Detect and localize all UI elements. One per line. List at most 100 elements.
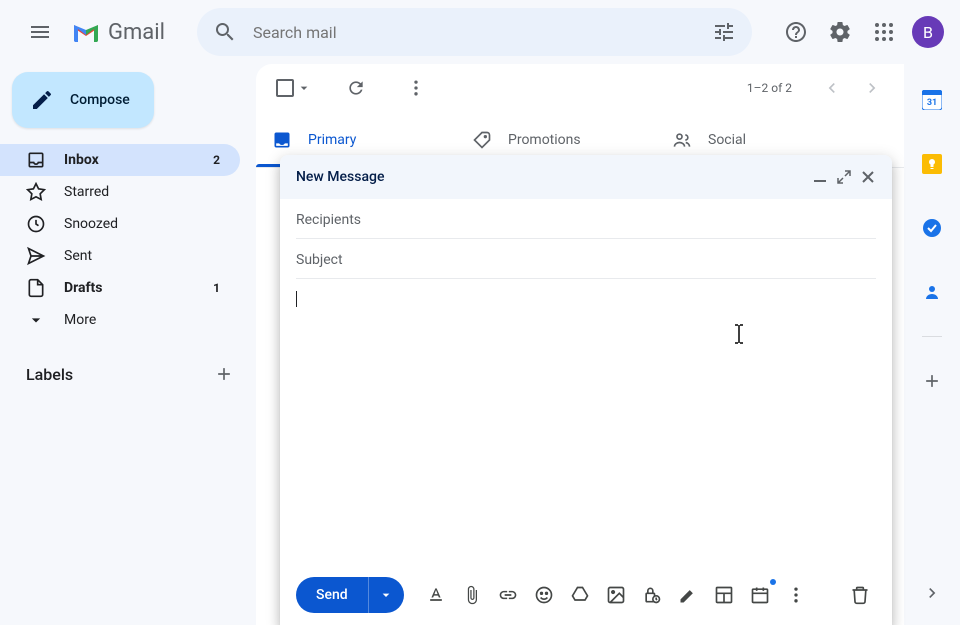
tasks-icon: [922, 218, 942, 238]
formatting-button[interactable]: [420, 579, 452, 611]
text-cursor-pointer: [733, 324, 745, 344]
search-button[interactable]: [205, 12, 245, 52]
app-header: Gmail B: [0, 0, 960, 64]
chevron-down-icon: [26, 310, 46, 330]
pencil-icon: [30, 88, 54, 112]
account-avatar[interactable]: B: [912, 16, 944, 48]
tab-label: Primary: [308, 132, 356, 148]
search-input[interactable]: [245, 23, 704, 42]
compose-button[interactable]: Compose: [12, 72, 154, 128]
get-addons-button[interactable]: [912, 361, 952, 401]
layout-icon: [714, 585, 734, 605]
hamburger-icon: [28, 20, 52, 44]
dropdown-arrow-icon: [378, 587, 394, 603]
checkbox-icon: [276, 79, 294, 97]
compose-label: Compose: [70, 92, 130, 108]
chevron-right-icon: [922, 583, 942, 603]
discard-button[interactable]: [844, 579, 876, 611]
nav-label: Starred: [64, 184, 228, 200]
search-options-button[interactable]: [704, 12, 744, 52]
compose-title: New Message: [296, 169, 808, 185]
support-button[interactable]: [776, 12, 816, 52]
schedule-button[interactable]: [744, 579, 776, 611]
nav-label: Drafts: [64, 280, 195, 296]
nav-label: Sent: [64, 248, 228, 264]
sidebar-item-starred[interactable]: Starred: [0, 176, 240, 208]
tasks-app-button[interactable]: [912, 208, 952, 248]
compose-header[interactable]: New Message: [280, 155, 892, 199]
minimize-button[interactable]: [808, 165, 832, 189]
select-all-checkbox[interactable]: [272, 75, 316, 101]
more-actions-button[interactable]: [396, 68, 436, 108]
drive-icon: [570, 585, 590, 605]
labels-title: Labels: [26, 365, 73, 384]
calendar-app-button[interactable]: 31: [912, 80, 952, 120]
chevron-left-icon: [822, 78, 842, 98]
close-button[interactable]: [856, 165, 880, 189]
nav-count: 2: [213, 153, 220, 167]
message-body[interactable]: [296, 279, 876, 565]
send-options-button[interactable]: [368, 577, 404, 613]
recipients-field[interactable]: [296, 199, 876, 239]
keep-icon: [922, 154, 942, 174]
settings-button[interactable]: [820, 12, 860, 52]
hide-side-panel-button[interactable]: [916, 577, 948, 609]
gmail-logo-icon: [72, 21, 100, 43]
insert-emoji-button[interactable]: [528, 579, 560, 611]
draft-icon: [26, 278, 46, 298]
insert-signature-button[interactable]: [672, 579, 704, 611]
text-format-icon: [426, 585, 446, 605]
next-page-button[interactable]: [856, 72, 888, 104]
header-actions: B: [776, 12, 944, 52]
plus-icon: [922, 371, 942, 391]
calendar-set-icon: [750, 585, 770, 605]
layout-button[interactable]: [708, 579, 740, 611]
sidebar-item-inbox[interactable]: Inbox 2: [0, 144, 240, 176]
compose-footer: Send: [280, 565, 892, 625]
app-name: Gmail: [108, 20, 165, 45]
search-icon: [213, 20, 237, 44]
main-menu-button[interactable]: [16, 8, 64, 56]
confidential-mode-button[interactable]: [636, 579, 668, 611]
add-label-button[interactable]: [210, 360, 238, 388]
sidebar-item-sent[interactable]: Sent: [0, 240, 240, 272]
subject-field[interactable]: [296, 239, 876, 279]
insert-link-button[interactable]: [492, 579, 524, 611]
sidebar-item-snoozed[interactable]: Snoozed: [0, 208, 240, 240]
sidebar-item-more[interactable]: More: [0, 304, 240, 336]
refresh-button[interactable]: [336, 68, 376, 108]
fullscreen-button[interactable]: [832, 165, 856, 189]
more-vert-icon: [786, 585, 806, 605]
image-icon: [606, 585, 626, 605]
people-icon: [672, 130, 692, 150]
contacts-app-button[interactable]: [912, 272, 952, 312]
send-icon: [26, 246, 46, 266]
nav-label: More: [64, 312, 228, 328]
contacts-icon: [922, 282, 942, 302]
keep-app-button[interactable]: [912, 144, 952, 184]
mail-toolbar: 1–2 of 2: [256, 64, 904, 112]
gmail-logo[interactable]: Gmail: [72, 20, 189, 45]
fullscreen-icon: [837, 170, 851, 184]
calendar-icon: 31: [922, 90, 942, 110]
more-options-button[interactable]: [780, 579, 812, 611]
search-bar[interactable]: [197, 8, 752, 56]
inbox-icon: [26, 150, 46, 170]
inbox-tab-icon: [272, 130, 292, 150]
insert-drive-button[interactable]: [564, 579, 596, 611]
attach-button[interactable]: [456, 579, 488, 611]
google-apps-button[interactable]: [864, 12, 904, 52]
lock-clock-icon: [642, 585, 662, 605]
link-icon: [498, 585, 518, 605]
subject-input[interactable]: [296, 252, 876, 268]
refresh-icon: [346, 78, 366, 98]
close-icon: [861, 170, 875, 184]
recipients-input[interactable]: [296, 212, 876, 228]
insert-photo-button[interactable]: [600, 579, 632, 611]
send-button[interactable]: Send: [296, 577, 368, 613]
notification-dot-icon: [770, 579, 776, 585]
sidebar-item-drafts[interactable]: Drafts 1: [0, 272, 240, 304]
nav-label: Inbox: [64, 152, 195, 168]
prev-page-button[interactable]: [816, 72, 848, 104]
apps-grid-icon: [872, 20, 896, 44]
